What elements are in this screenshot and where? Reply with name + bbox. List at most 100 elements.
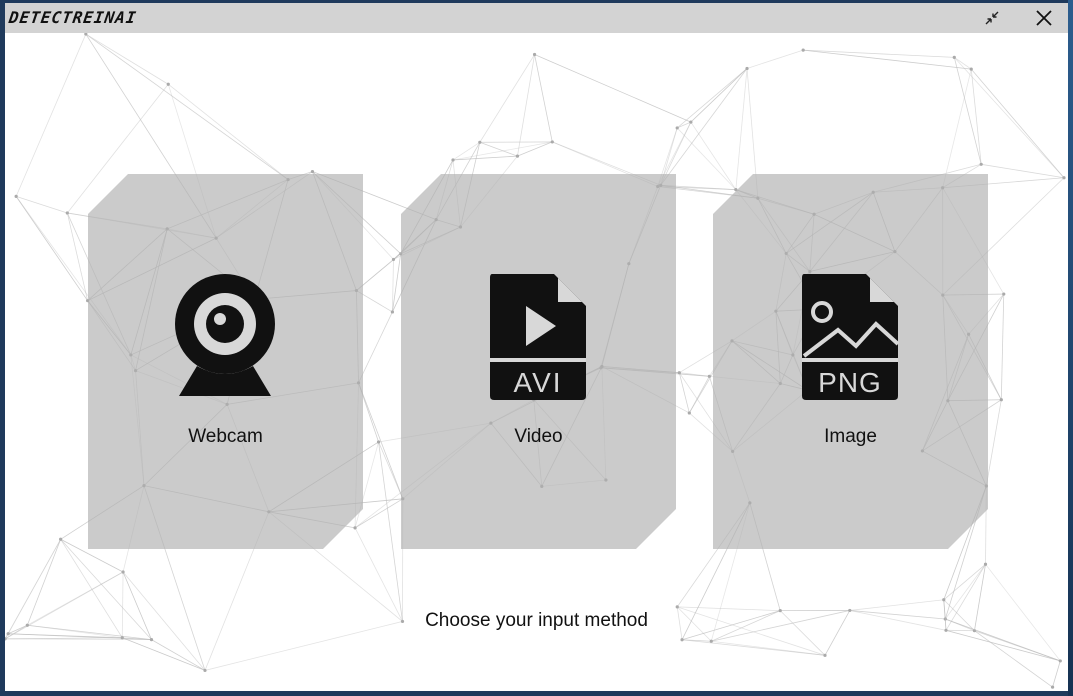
mesh-line [1052, 660, 1061, 688]
mesh-node [550, 140, 554, 144]
mesh-line [354, 527, 403, 622]
mesh-line [15, 33, 87, 197]
mesh-line [517, 141, 553, 157]
mesh-node [310, 169, 315, 174]
mesh-node [677, 371, 681, 375]
mesh-node [823, 653, 827, 657]
mesh-node [745, 66, 749, 71]
image-option-card[interactable]: PNG Image [713, 174, 988, 549]
mesh-line [122, 637, 206, 671]
mesh-node [1058, 659, 1062, 663]
mesh-line [517, 54, 535, 157]
mesh-line [358, 382, 404, 499]
mesh-node [478, 140, 482, 144]
mesh-node [983, 562, 988, 566]
app-title: DETECTREINAI [7, 8, 138, 27]
mesh-line [534, 54, 553, 143]
mesh-line [378, 441, 403, 622]
app-window: DETECTREINAI Webcam AVI Video PNG Image … [5, 3, 1068, 691]
mesh-node [687, 411, 691, 415]
mesh-line [690, 121, 737, 190]
mesh-line [690, 68, 748, 123]
mesh-node [1062, 176, 1066, 180]
mesh-line [746, 49, 804, 69]
desktop-edge [1068, 0, 1073, 696]
mesh-node [120, 636, 124, 640]
mesh-node [14, 194, 18, 198]
mesh-line [534, 54, 692, 123]
mesh-node [680, 638, 684, 642]
shrink-button[interactable] [972, 3, 1012, 33]
mesh-line [676, 68, 748, 129]
mesh-node [59, 537, 63, 541]
mesh-line [167, 83, 289, 180]
mesh-node [121, 570, 125, 574]
video-file-icon: AVI [490, 274, 586, 400]
mesh-line [682, 639, 826, 656]
mesh-node [390, 310, 395, 314]
mesh-line [953, 57, 982, 165]
mesh-node [6, 632, 10, 636]
mesh-line [358, 311, 393, 384]
mesh-node [979, 162, 983, 166]
mesh-node [451, 158, 455, 162]
mesh-line [676, 127, 737, 190]
mesh-line [942, 69, 972, 188]
mesh-line [803, 49, 955, 58]
mesh-node [707, 374, 711, 378]
mesh-line [660, 68, 748, 186]
mesh-node [203, 668, 207, 673]
mesh-line [803, 49, 972, 70]
video-format-badge: AVI [513, 367, 562, 398]
webcam-label: Webcam [188, 426, 263, 447]
mesh-node [801, 48, 805, 52]
mesh-line [981, 163, 1065, 179]
mesh-line [945, 629, 1061, 662]
mesh-node [969, 67, 973, 71]
close-button[interactable] [1024, 3, 1064, 33]
video-label: Video [514, 426, 563, 447]
mesh-node [942, 598, 946, 602]
mesh-line [151, 639, 206, 671]
mesh-line [1000, 294, 1005, 400]
mesh-node [532, 52, 537, 57]
mesh-node [515, 154, 520, 158]
mesh-node [166, 82, 170, 86]
mesh-node [65, 211, 69, 215]
mesh-node [709, 639, 713, 643]
webcam-icon [175, 274, 275, 396]
mesh-line [849, 599, 944, 611]
mesh-line [974, 630, 1053, 688]
mesh-line [678, 372, 690, 414]
mesh-line [15, 196, 88, 301]
mesh-node [391, 257, 396, 262]
mesh-line [85, 33, 169, 85]
close-icon [1036, 10, 1052, 26]
mesh-line [970, 69, 982, 165]
title-bar[interactable]: DETECTREINAI [5, 3, 1068, 33]
mesh-line [85, 33, 289, 180]
shrink-arrows-icon [985, 11, 999, 25]
mesh-node [353, 526, 357, 530]
mesh-node [675, 605, 679, 609]
mesh-node [999, 398, 1003, 402]
mesh-line [66, 212, 89, 301]
mesh-line [970, 68, 1065, 179]
video-option-card[interactable]: AVI Video [401, 174, 676, 549]
mesh-node [675, 126, 679, 130]
mesh-line [735, 68, 748, 190]
mesh-node [689, 120, 693, 124]
mesh-line [479, 54, 535, 143]
mesh-line [688, 376, 710, 414]
mesh-line [16, 195, 68, 214]
webcam-option-card[interactable]: Webcam [88, 174, 363, 549]
mesh-node [1050, 685, 1055, 689]
mesh-line [953, 57, 1065, 179]
mesh-line [985, 399, 1002, 487]
mesh-node [149, 637, 154, 642]
mesh-node [952, 55, 956, 59]
image-format-badge: PNG [818, 367, 882, 398]
mesh-node [376, 440, 381, 444]
image-file-icon: PNG [802, 274, 900, 400]
input-method-prompt: Choose your input method [425, 610, 648, 631]
